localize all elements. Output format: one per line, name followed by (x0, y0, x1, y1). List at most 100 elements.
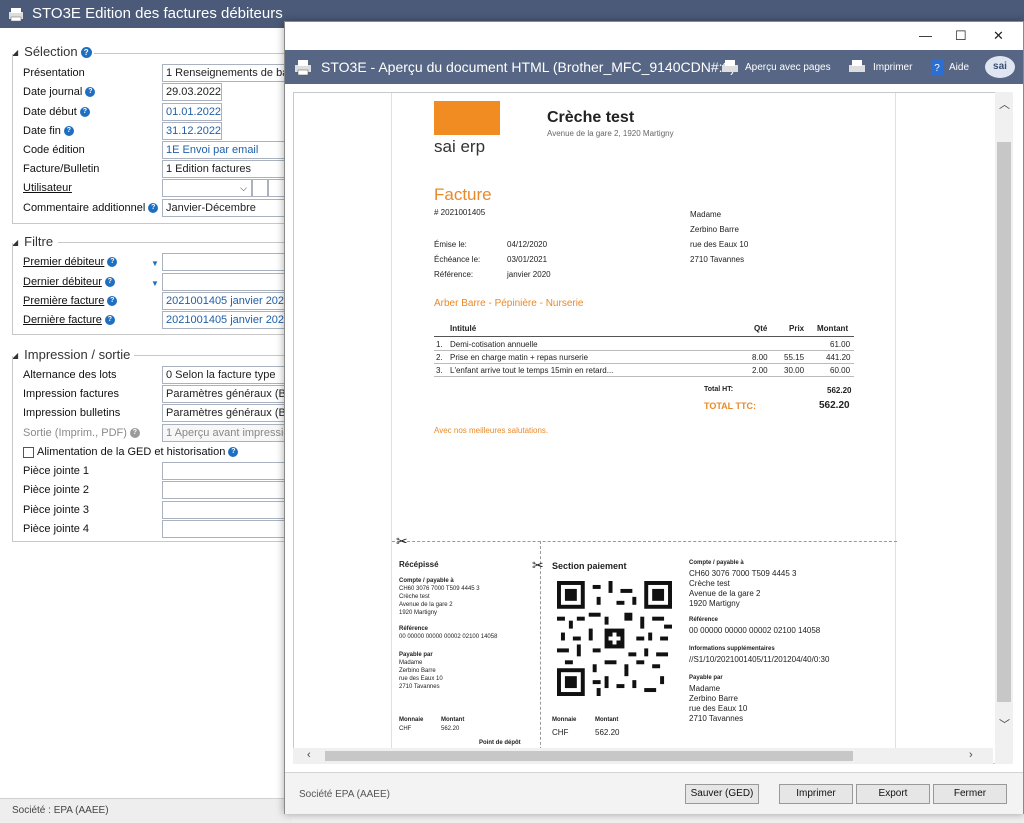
dernier-debiteur-field[interactable] (162, 273, 292, 291)
date-fin-field[interactable]: 31.12.2022 (162, 122, 222, 140)
derniere-facture-field[interactable]: 2021001405 janvier 2020 (162, 311, 292, 329)
status-bar: Société : EPA (AAEE) (0, 798, 292, 822)
preview-window: — ☐ ✕ STO3E - Aperçu du document HTML (B… (284, 21, 1024, 814)
recepisse-compte-line: CH60 3076 7000 T509 4445 3 (399, 586, 480, 592)
help-icon[interactable]: ? (107, 257, 118, 268)
code-edition-field[interactable]: 1E Envoi par email (162, 141, 292, 159)
close-icon[interactable]: ✕ (993, 28, 1004, 44)
piece-jointe-4-field[interactable] (162, 520, 292, 538)
print-preview-icon[interactable] (720, 58, 740, 76)
utilisateur-label[interactable]: Utilisateur (23, 182, 72, 194)
paiement-payer-line: Zerbino Barre (689, 694, 738, 703)
utilisateur-select[interactable]: ⌵ (162, 179, 252, 197)
facture-bulletin-field[interactable]: 1 Edition factures (162, 160, 292, 178)
commentaire-field[interactable]: Janvier-Décembre (162, 199, 292, 217)
presentation-field[interactable]: 1 Renseignements de ba (162, 64, 292, 82)
help-icon[interactable]: ? (104, 277, 115, 288)
col-montant: Montant (817, 324, 849, 333)
slip-vertical-cut (540, 541, 541, 763)
piece-jointe-1-field[interactable] (162, 462, 292, 480)
paiement-monnaie-label: Monnaie (552, 717, 577, 723)
premiere-facture-field[interactable]: 2021001405 janvier 2020 (162, 292, 292, 310)
premiere-facture-label[interactable]: Première facture? (23, 295, 118, 307)
paiement-monnaie: CHF (552, 728, 569, 737)
echeance-value: 03/01/2021 (507, 255, 548, 264)
help-icon[interactable]: ? (228, 447, 239, 458)
scissors-icon: ✂ (532, 557, 544, 573)
dropdown-arrow-icon[interactable]: ▼ (151, 279, 159, 288)
recepisse-compte-line: Avenue de la gare 2 (399, 602, 453, 608)
preview-toolbar: STO3E - Aperçu du document HTML (Brother… (285, 50, 1023, 84)
sortie-label: Sortie (Imprim., PDF)? (23, 427, 140, 439)
document-viewport[interactable]: sai erp Crèche test Avenue de la gare 2,… (293, 92, 1011, 764)
imprimer-toolbar-button[interactable]: Imprimer (873, 62, 912, 73)
help-icon[interactable]: ? (85, 87, 96, 98)
ged-checkbox[interactable] (23, 447, 34, 458)
help-icon[interactable]: ? (148, 203, 159, 214)
apercu-pages-button[interactable]: Aperçu avec pages (745, 62, 831, 73)
printer-icon (295, 60, 311, 76)
chevron-down-icon[interactable]: ⌵ (240, 180, 247, 196)
horizontal-scrollbar[interactable]: ‹ › (293, 748, 993, 764)
dernier-debiteur-label[interactable]: Dernier débiteur? (23, 276, 115, 288)
facture-bulletin-label: Facture/Bulletin (23, 163, 100, 175)
recipient-line: 2710 Tavannes (690, 255, 745, 264)
piece-jointe-1-label: Pièce jointe 1 (23, 465, 90, 477)
printer-icon (9, 8, 23, 22)
date-debut-field[interactable]: 01.01.2022 (162, 103, 222, 121)
sai-erp-logo-text: sai erp (434, 137, 486, 156)
recipient-line: Zerbino Barre (690, 225, 739, 234)
recipient-line: Madame (690, 210, 722, 219)
scroll-left-icon[interactable]: ‹ (307, 749, 311, 761)
help-book-icon[interactable]: ? (927, 58, 947, 76)
derniere-facture-label[interactable]: Dernière facture? (23, 314, 115, 326)
impression-bulletins-field[interactable]: Paramètres généraux (Br (162, 404, 292, 422)
vertical-scroll-thumb[interactable] (997, 142, 1011, 702)
date-journal-field[interactable]: 29.03.2022 (162, 83, 222, 101)
scroll-down-icon[interactable]: ﹀ (999, 716, 1010, 732)
scroll-up-icon[interactable]: ︿ (999, 96, 1010, 112)
total-ttc-label: TOTAL TTC: (704, 401, 756, 411)
main-form-panel: ◢ Sélection? Présentation 1 Renseignement… (0, 28, 292, 798)
vertical-scrollbar[interactable]: ︿ ﹀ (995, 92, 1013, 764)
piece-jointe-2-field[interactable] (162, 481, 292, 499)
help-icon[interactable]: ? (107, 296, 118, 307)
utilisateur-extra-field[interactable] (252, 179, 268, 197)
total-ttc-value: 562.20 (819, 400, 850, 411)
printer-icon[interactable] (847, 58, 867, 76)
horizontal-scroll-thumb[interactable] (325, 751, 853, 761)
recepisse-compte-label: Compte / payable à (399, 578, 454, 584)
dropdown-arrow-icon[interactable]: ▼ (151, 259, 159, 268)
premier-debiteur-field[interactable] (162, 253, 292, 271)
emise-value: 04/12/2020 (507, 240, 548, 249)
premier-debiteur-label[interactable]: Premier débiteur? (23, 256, 118, 268)
infos-supp-label: Informations supplémentaires (689, 646, 775, 652)
sauver-ged-button[interactable]: Sauver (GED) (685, 784, 759, 804)
section-paiement-title: Section paiement (552, 561, 627, 571)
preview-window-frame: — ☐ ✕ (285, 22, 1023, 50)
minimize-icon[interactable]: — (919, 28, 932, 43)
help-icon[interactable]: ? (79, 107, 90, 118)
scroll-right-icon[interactable]: › (969, 749, 973, 761)
alternance-field[interactable]: 0 Selon la facture type (162, 366, 292, 384)
date-journal-label: Date journal? (23, 86, 96, 98)
fermer-button[interactable]: Fermer (933, 784, 1007, 804)
recepisse-montant-label: Montant (441, 717, 465, 723)
aide-button[interactable]: Aide (949, 62, 969, 73)
company-label: Société EPA (AAEE) (299, 789, 390, 800)
help-icon[interactable]: ? (63, 126, 74, 137)
infos-supp-value: //S1/10/2021001405/11/201204/40/0:30 (689, 655, 830, 664)
help-icon[interactable]: ? (104, 315, 115, 326)
piece-jointe-3-field[interactable] (162, 501, 292, 519)
recepisse-payer-line: rue des Eaux 10 (399, 676, 443, 682)
commentaire-label: Commentaire additionnel? (23, 202, 159, 214)
recepisse-monnaie-label: Monnaie (399, 717, 424, 723)
export-button[interactable]: Export (856, 784, 930, 804)
imprimer-button[interactable]: Imprimer (779, 784, 853, 804)
invoice-subject: Arber Barre - Pépinière - Nurserie (434, 298, 584, 309)
invoice-number: # 2021001405 (434, 208, 486, 217)
maximize-icon[interactable]: ☐ (955, 28, 967, 44)
impression-factures-field[interactable]: Paramètres généraux (Br (162, 385, 292, 403)
recepisse-montant: 562.20 (441, 726, 460, 732)
paiement-reference-label: Référence (689, 617, 719, 623)
